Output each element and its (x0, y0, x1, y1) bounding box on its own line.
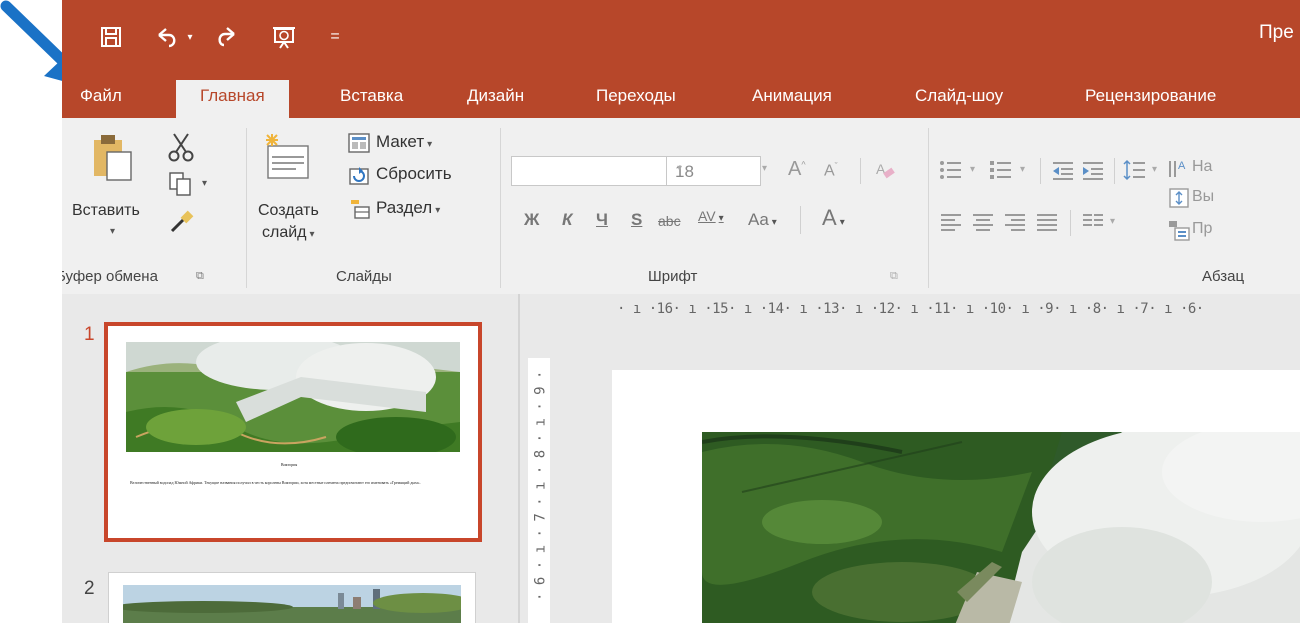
font-size-dropdown-icon[interactable]: ▾ (762, 163, 767, 174)
layout-icon[interactable] (346, 130, 372, 156)
paste-icon[interactable] (92, 132, 136, 184)
customize-qat-button[interactable]: = (327, 22, 343, 52)
paste-dropdown-icon[interactable]: ▾ (110, 226, 115, 237)
underline-button[interactable]: Ч (596, 210, 608, 230)
section-button[interactable]: Раздел ▾ (376, 198, 440, 218)
line-spacing-icon[interactable] (1122, 156, 1148, 184)
slide-editor: · ı ·16· ı ·15· ı ·14· ı ·13· ı ·12· ı ·… (520, 294, 1300, 623)
layout-button[interactable]: Макет ▾ (376, 132, 432, 152)
divider (1040, 158, 1041, 184)
start-slideshow-icon[interactable] (267, 22, 301, 52)
slide-number: 1 (84, 324, 95, 345)
divider (1114, 158, 1115, 184)
slide-canvas[interactable] (612, 370, 1300, 623)
waterfall-thumbnail-image (126, 342, 460, 452)
copy-icon[interactable] (166, 170, 196, 198)
numbering-icon[interactable] (988, 156, 1014, 184)
smartart-label[interactable]: Пр (1192, 220, 1212, 238)
divider (860, 158, 861, 184)
copy-dropdown-icon[interactable]: ▾ (202, 178, 207, 189)
text-direction-label[interactable]: На (1192, 158, 1212, 176)
columns-dropdown-icon[interactable]: ▾ (1110, 216, 1115, 227)
change-case-button[interactable]: Aa ▾ (748, 210, 777, 230)
font-color-button[interactable]: A ▾ (822, 205, 845, 231)
horizontal-ruler: · ı ·16· ı ·15· ı ·14· ı ·13· ı ·12· ı ·… (617, 301, 1204, 317)
numbering-dropdown-icon[interactable]: ▾ (1020, 164, 1025, 175)
group-divider (500, 128, 501, 288)
cut-icon[interactable] (166, 132, 196, 162)
text-shadow-button[interactable]: S (631, 210, 642, 230)
new-slide-label-line1[interactable]: Создать (258, 202, 319, 220)
bold-button[interactable]: Ж (524, 210, 539, 230)
thumbnail-title: Виктория (280, 462, 298, 467)
font-launcher-icon[interactable]: ⧉ (890, 270, 898, 283)
smartart-icon[interactable] (1166, 216, 1192, 244)
tab-review[interactable]: Рецензирование (1085, 86, 1216, 106)
ribbon-tabs: Файл Главная Вставка Дизайн Переходы Ани… (62, 76, 1300, 118)
bullets-icon[interactable] (938, 156, 964, 184)
align-text-icon[interactable] (1166, 184, 1192, 212)
bullets-dropdown-icon[interactable]: ▾ (970, 164, 975, 175)
group-divider (928, 128, 929, 288)
divider (800, 206, 801, 234)
reset-icon[interactable] (346, 163, 372, 189)
format-painter-icon[interactable] (166, 208, 196, 236)
strikethrough-button[interactable]: abc (658, 213, 681, 229)
group-divider (246, 128, 247, 288)
shrink-font-button[interactable]: Aˇ (824, 161, 838, 180)
svg-text:A: A (1178, 160, 1186, 172)
align-center-icon[interactable] (970, 208, 996, 236)
title-bar: ▾ = Пре (62, 0, 1300, 76)
justify-icon[interactable] (1034, 208, 1060, 236)
redo-icon[interactable] (212, 22, 242, 52)
align-right-icon[interactable] (1002, 208, 1028, 236)
slide-thumbnail-2[interactable] (108, 572, 476, 623)
new-slide-label-line2[interactable]: слайд ▾ (262, 224, 315, 242)
city-thumbnail-image (123, 585, 461, 623)
font-name-dropdown-icon[interactable]: ▾ (677, 163, 682, 174)
tab-home[interactable]: Главная (176, 80, 289, 118)
grow-font-button[interactable]: A^ (788, 158, 806, 181)
increase-indent-icon[interactable] (1080, 156, 1106, 184)
text-direction-icon[interactable]: A (1166, 154, 1192, 182)
thumbnail-body-text: Величественный водопад Южной Африки. Тек… (130, 480, 421, 485)
tab-animations[interactable]: Анимация (752, 86, 832, 106)
clear-formatting-icon[interactable]: A (872, 156, 898, 184)
slide-thumbnails-pane: 1 Виктория Величественный водопад Южной … (62, 294, 518, 623)
align-left-icon[interactable] (938, 208, 964, 236)
tab-transitions[interactable]: Переходы (596, 86, 676, 106)
waterfall-image[interactable] (702, 432, 1300, 623)
undo-icon[interactable] (152, 22, 182, 52)
decrease-indent-icon[interactable] (1050, 156, 1076, 184)
columns-icon[interactable] (1080, 208, 1106, 236)
align-text-label[interactable]: Вы (1192, 188, 1214, 206)
vertical-ruler-marks: · 6 · ı · 7 · ı · 8 · ı · 9 · (532, 371, 549, 601)
new-slide-icon[interactable] (262, 132, 314, 184)
paragraph-group-label: Абзац (1202, 268, 1245, 285)
save-icon[interactable] (94, 22, 128, 52)
paste-label[interactable]: Вставить (72, 202, 140, 220)
vertical-ruler: · 6 · ı · 7 · ı · 8 · ı · 9 · (528, 358, 550, 623)
font-group-label: Шрифт (648, 268, 698, 285)
divider (1070, 210, 1071, 236)
character-spacing-button[interactable]: AV ▾ (698, 208, 724, 224)
tab-design[interactable]: Дизайн (467, 86, 524, 106)
window-title: Пре (1259, 22, 1294, 43)
italic-button[interactable]: К (562, 210, 572, 230)
slide-number: 2 (84, 578, 95, 599)
line-spacing-dropdown-icon[interactable]: ▾ (1152, 164, 1157, 175)
clipboard-launcher-icon[interactable]: ⧉ (196, 270, 204, 283)
undo-dropdown-icon[interactable]: ▾ (182, 22, 198, 52)
reset-button[interactable]: Сбросить (376, 164, 452, 184)
slide-thumbnail-1[interactable]: Виктория Величественный водопад Южной Аф… (104, 322, 482, 542)
section-icon[interactable] (346, 196, 372, 222)
tab-file[interactable]: Файл (80, 86, 122, 106)
slides-group-label: Слайды (336, 268, 392, 285)
tab-slideshow[interactable]: Слайд-шоу (915, 86, 1003, 106)
powerpoint-window: ▾ = Пре Файл Главная Вставка Дизайн Пере… (62, 0, 1300, 623)
clipboard-group-label: Буфер обмена (62, 268, 158, 285)
tab-insert[interactable]: Вставка (340, 86, 403, 106)
ribbon-home: Вставить ▾ ▾ Буфер обмена ⧉ Создать слай… (62, 118, 1300, 295)
